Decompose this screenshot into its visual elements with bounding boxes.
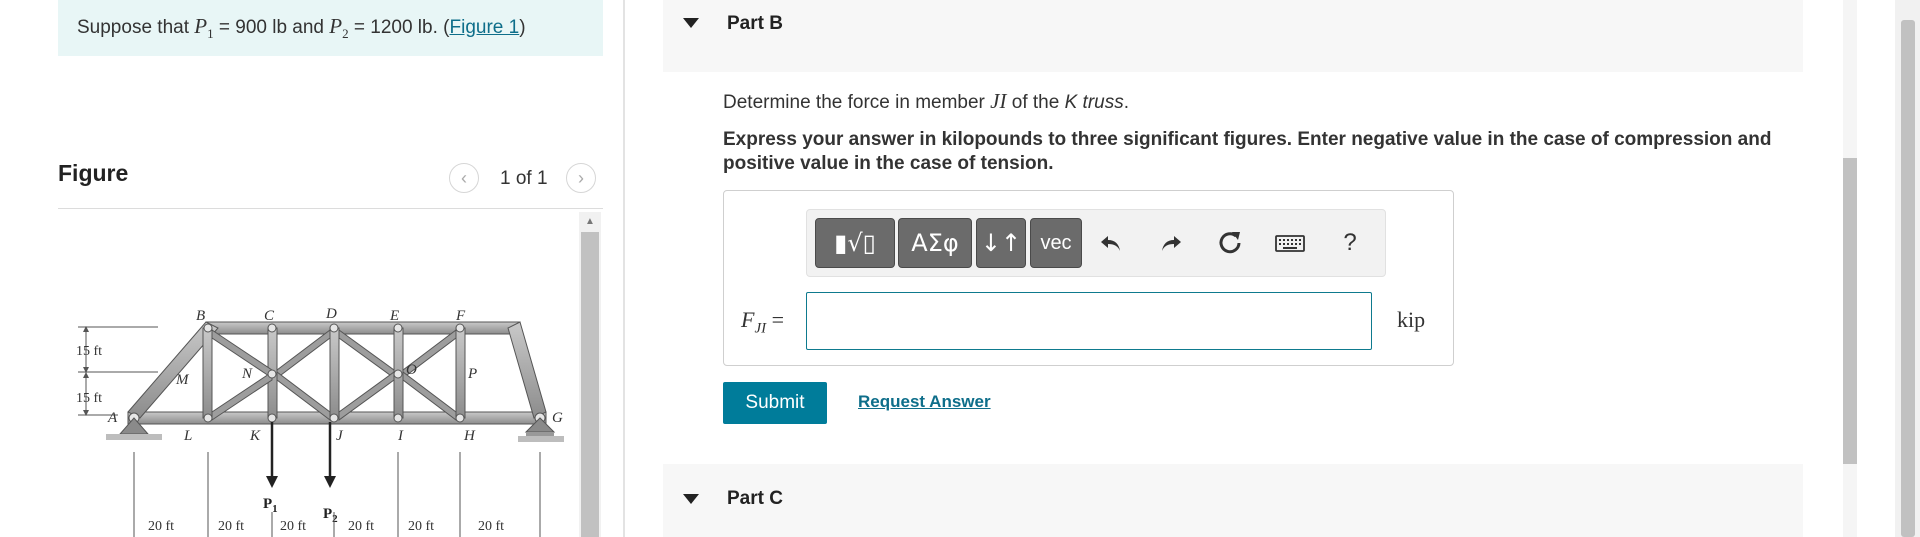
figure-scroll-thumb[interactable]	[581, 232, 599, 537]
figure-prev-button[interactable]: ‹	[449, 163, 479, 193]
joint-label-e: E	[389, 308, 399, 324]
templates-icon: ▮√▯	[834, 229, 876, 257]
span-label-6: 20 ft	[478, 519, 504, 534]
p2-value: = 1200 lb	[348, 17, 433, 38]
joint-label-d: D	[325, 306, 337, 322]
reset-icon	[1219, 232, 1241, 254]
joint-label-c: C	[264, 308, 275, 324]
answer-label: FJI =	[741, 307, 785, 337]
reset-button[interactable]	[1210, 218, 1250, 268]
part-b-title: Part B	[727, 13, 783, 34]
height-label-upper: 15 ft	[76, 344, 102, 359]
load-label-p2: P2	[323, 506, 338, 525]
answer-input[interactable]	[806, 292, 1372, 350]
joint-label-f: F	[455, 308, 466, 324]
subscript-superscript-button[interactable]: ↓↑	[976, 218, 1026, 268]
scroll-up-arrow-icon[interactable]: ▲	[579, 212, 601, 230]
question-text: Determine the force in member JI of the …	[723, 89, 1130, 113]
vec-label: vec	[1040, 231, 1072, 254]
figure-heading: Figure	[58, 160, 129, 186]
figure-scrollbar[interactable]: ▲	[579, 212, 601, 537]
joint-label-i: I	[397, 428, 404, 444]
unit-label: kip	[1397, 307, 1426, 332]
help-button[interactable]: ?	[1330, 218, 1370, 268]
part-b-header[interactable]: Part B	[663, 0, 1803, 72]
joint-label-k: K	[249, 428, 261, 444]
joint-label-b: B	[196, 308, 205, 324]
answer-instructions: Express your answer in kilopounds to thr…	[723, 129, 1772, 174]
p1-symbol: P1	[194, 14, 214, 42]
undo-button[interactable]	[1091, 218, 1131, 268]
joint-label-m: M	[175, 372, 190, 388]
p1-value: = 900 lb	[213, 17, 288, 38]
problem-statement: Suppose that P1 = 900 lb and P2 = 1200 l…	[58, 0, 603, 56]
figure-next-button[interactable]: ›	[566, 163, 596, 193]
figure-link[interactable]: Figure 1	[450, 17, 520, 38]
left-pane: Suppose that P1 = 900 lb and P2 = 1200 l…	[0, 0, 623, 537]
joint-label-l: L	[183, 428, 192, 444]
part-c-title: Part C	[727, 488, 783, 509]
greek-icon: ΑΣφ	[911, 229, 959, 257]
caret-down-icon[interactable]	[683, 494, 699, 504]
pane-divider[interactable]	[623, 0, 625, 537]
problem-close: )	[519, 17, 526, 38]
span-label-4: 20 ft	[348, 519, 374, 534]
joint-label-p: P	[467, 366, 477, 382]
math-toolbar: ▮√▯ ΑΣφ ↓↑ vec ?	[806, 209, 1386, 277]
truss-name: K truss	[1064, 92, 1124, 113]
undo-icon	[1101, 236, 1120, 251]
joint-label-h: H	[463, 428, 476, 444]
load-label-p1: P1	[263, 496, 278, 515]
keyboard-icon	[1275, 235, 1305, 252]
problem-text-intro: Suppose that	[77, 17, 195, 38]
request-answer-link[interactable]: Request Answer	[858, 392, 991, 412]
figure-divider	[58, 208, 603, 209]
joint-label-j: J	[336, 428, 344, 444]
problem-and: and	[287, 17, 330, 38]
figure-viewport: 15 ft 15 ft A B C D E F G H I J K L M N …	[58, 212, 578, 537]
caret-down-icon[interactable]	[683, 18, 699, 28]
joint-label-n: N	[241, 366, 253, 382]
greek-symbols-button[interactable]: ΑΣφ	[898, 218, 972, 268]
joint-label-g: G	[552, 410, 563, 426]
figure-count: 1 of 1	[500, 168, 548, 189]
redo-button[interactable]	[1151, 218, 1191, 268]
chevron-left-icon: ‹	[461, 167, 467, 188]
span-label-2: 20 ft	[218, 519, 244, 534]
member-symbol: JI	[990, 89, 1007, 113]
chevron-right-icon: ›	[578, 167, 584, 188]
page-scroll-thumb[interactable]	[1901, 20, 1915, 537]
redo-icon	[1162, 236, 1181, 251]
span-label-3: 20 ft	[280, 519, 306, 534]
joint-label-o: O	[406, 362, 417, 378]
span-label-1: 20 ft	[148, 519, 174, 534]
arrows-updown-icon: ↓↑	[980, 229, 1022, 257]
vector-button[interactable]: vec	[1030, 218, 1082, 268]
height-label-lower: 15 ft	[76, 391, 102, 406]
p2-symbol: P2	[329, 14, 349, 42]
k-truss-figure: 15 ft 15 ft A B C D E F G H I J K L M N …	[76, 306, 564, 537]
content-scroll-thumb[interactable]	[1843, 158, 1857, 464]
joint-label-a: A	[107, 410, 118, 426]
problem-period: . (	[432, 17, 450, 38]
submit-button[interactable]: Submit	[723, 382, 827, 424]
help-icon: ?	[1343, 229, 1357, 256]
part-c-header[interactable]: Part C	[663, 464, 1803, 537]
keyboard-button[interactable]	[1270, 218, 1310, 268]
templates-button[interactable]: ▮√▯	[815, 218, 895, 268]
span-label-5: 20 ft	[408, 519, 434, 534]
